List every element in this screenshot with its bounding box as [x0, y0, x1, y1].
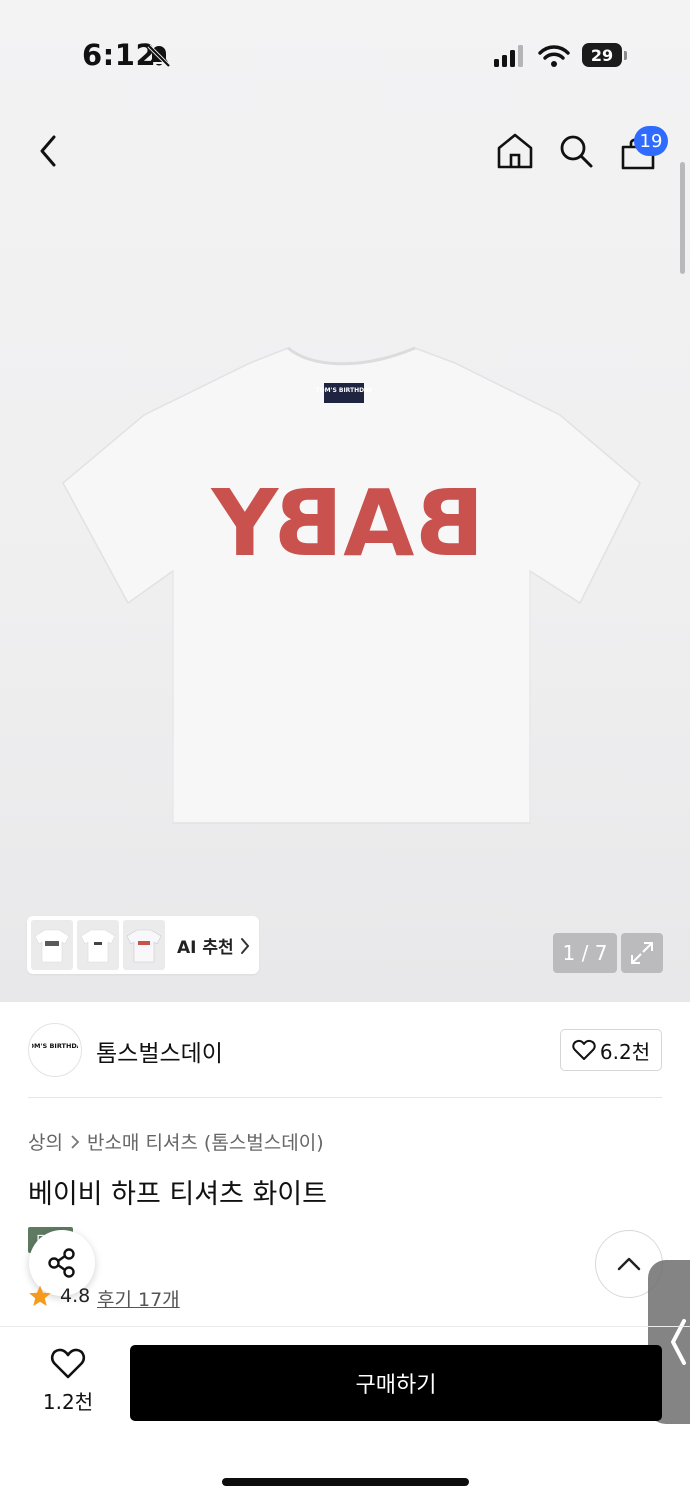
product-tshirt-image: TOM'S BIRTHDAY BABY	[62, 346, 641, 824]
ai-thumbnail-3	[123, 920, 165, 970]
breadcrumb-chevron-icon	[71, 1134, 80, 1149]
product-like-button[interactable]: 1.2천	[30, 1348, 106, 1418]
brand-logo[interactable]: TOM'S BIRTHDAY	[28, 1023, 82, 1077]
brand-name[interactable]: 톰스벌스데이	[96, 1034, 223, 1068]
ai-thumbnail-1	[31, 920, 73, 970]
bottom-bar-divider	[0, 1326, 690, 1327]
silent-mode-icon	[147, 44, 171, 68]
chevron-left-icon	[671, 1319, 686, 1365]
home-indicator-bar[interactable]	[222, 1478, 469, 1486]
heart-outline-icon	[50, 1348, 86, 1379]
breadcrumb-category[interactable]: 상의	[28, 1128, 63, 1155]
chevron-up-icon	[617, 1257, 641, 1271]
section-divider	[28, 1097, 662, 1098]
neck-label-text: TOM'S BIRTHDAY	[315, 387, 373, 394]
battery-level: 29	[582, 43, 622, 67]
page-scrollbar[interactable]	[680, 162, 685, 274]
wifi-icon	[538, 45, 570, 67]
buy-button[interactable]: 구매하기	[130, 1345, 662, 1421]
star-icon	[29, 1285, 51, 1306]
heart-icon	[572, 1039, 596, 1060]
rating-score: 4.8	[60, 1285, 91, 1307]
ai-thumbnail-2	[77, 920, 119, 970]
cellular-signal-icon	[494, 45, 523, 67]
cart-count-badge: 19	[634, 126, 668, 156]
fullscreen-button[interactable]	[621, 933, 663, 973]
home-icon[interactable]	[496, 132, 534, 170]
shirt-graphic-text: BABY	[210, 470, 484, 577]
brand-like-button[interactable]: 6.2천	[560, 1029, 662, 1071]
ai-recommend-button[interactable]: AI 추천	[27, 916, 259, 974]
search-icon[interactable]	[558, 133, 594, 169]
breadcrumb: 상의 반소매 티셔츠 (톰스벌스데이)	[28, 1128, 324, 1155]
battery-tip	[624, 51, 627, 60]
product-like-count: 1.2천	[42, 1390, 94, 1414]
review-count-link[interactable]: 후기 17개	[97, 1285, 180, 1312]
breadcrumb-subcategory[interactable]: 반소매 티셔츠 (톰스벌스데이)	[87, 1128, 324, 1155]
product-title: 베이비 하프 티셔츠 화이트	[28, 1179, 327, 1210]
chevron-right-icon	[241, 938, 250, 954]
ai-recommend-label: AI 추천	[177, 938, 234, 958]
expand-icon	[631, 942, 653, 964]
image-page-counter: 1 / 7	[553, 933, 617, 973]
share-icon	[48, 1248, 75, 1278]
back-arrow-icon[interactable]	[34, 132, 64, 170]
brand-logo-text: TOM'S BIRTHDAY	[32, 1042, 78, 1050]
brand-like-count: 6.2천	[599, 1039, 651, 1064]
